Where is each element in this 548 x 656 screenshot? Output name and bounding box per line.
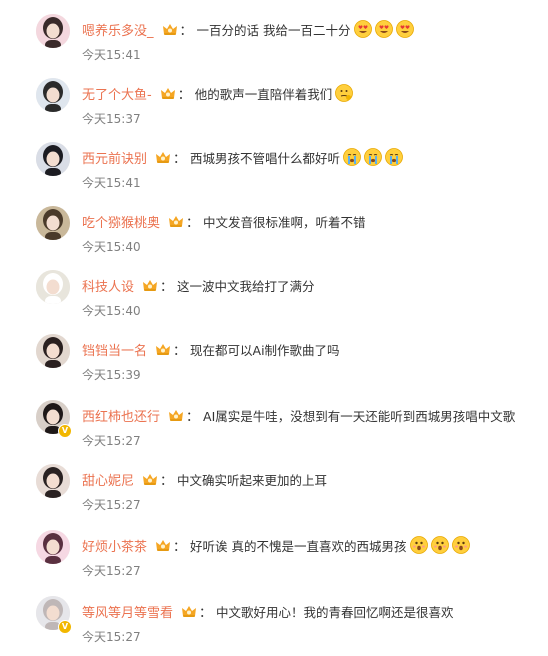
comment-line: 西红柿也还行 ： AI属实是牛哇，没想到有一天还能听到西城男孩唱中文歌: [82, 405, 515, 425]
crown-badge-icon: [160, 86, 176, 100]
comment-item: 嗯养乐多没_ ： 一百分的话 我给一百二十分 今天15:41: [0, 10, 548, 70]
comment-text: 好听诶 真的不愧是一直喜欢的西城男孩: [190, 538, 407, 554]
crown-badge-icon: [155, 538, 171, 552]
heart-eyes-emoji-icon: [395, 20, 414, 38]
commenter-name[interactable]: 甜心妮尼: [82, 470, 134, 489]
crown-badge-icon: [155, 150, 171, 164]
comment-time: 今天15:27: [82, 498, 141, 512]
comment-text: 一百分的话 我给一百二十分: [196, 22, 351, 38]
commenter-name[interactable]: 无了个大鱼-: [82, 84, 152, 103]
avatar[interactable]: [36, 334, 70, 368]
comment-text: 他的歌声一直陪伴着我们: [194, 86, 333, 102]
comment-time: 今天15:39: [82, 368, 141, 382]
avatar[interactable]: [36, 270, 70, 304]
comment-item: V 等风等月等雪看 ： 中文歌好用心！我的青春回忆啊还是很喜欢 今天15:27: [0, 592, 548, 652]
commenter-name[interactable]: 好烦小茶茶: [82, 536, 147, 555]
crown-badge-icon: [181, 604, 197, 618]
comment-item: 甜心妮尼 ： 中文确实听起来更加的上耳 今天15:27: [0, 460, 548, 520]
verified-v-icon: V: [58, 424, 72, 438]
comment-time: 今天15:37: [82, 112, 141, 126]
crown-badge-icon: [162, 22, 178, 36]
avatar[interactable]: [36, 142, 70, 176]
avatar[interactable]: [36, 14, 70, 48]
crown-badge-icon: [155, 342, 171, 356]
comment-time: 今天15:27: [82, 434, 141, 448]
comment-item: 科技人设 ： 这一波中文我给打了满分 今天15:40: [0, 266, 548, 326]
crying-emoji-icon: [364, 148, 382, 166]
colon-separator: ：: [199, 605, 213, 621]
colon-separator: ：: [160, 279, 174, 295]
colon-separator: ：: [173, 151, 187, 167]
comment-item: 无了个大鱼- ： 他的歌声一直陪伴着我们 今天15:37: [0, 74, 548, 134]
colon-separator: ：: [173, 539, 187, 555]
comment-line: 吃个猕猴桃奥 ： 中文发音很标准啊，听着不错: [82, 211, 366, 231]
commenter-name[interactable]: 西红柿也还行: [82, 406, 160, 425]
comment-text: 中文确实听起来更加的上耳: [177, 472, 328, 488]
crown-badge-icon: [142, 472, 158, 486]
avatar[interactable]: [36, 206, 70, 240]
crown-badge-icon: [142, 278, 158, 292]
colon-separator: ：: [186, 409, 200, 425]
shocked-emoji-icon: [409, 536, 428, 554]
comment-text: 西城男孩不管唱什么都好听: [190, 150, 341, 166]
avatar[interactable]: [36, 530, 70, 564]
comment-item: 吃个猕猴桃奥 ： 中文发音很标准啊，听着不错 今天15:40: [0, 202, 548, 262]
comment-text: AI属实是牛哇，没想到有一天还能听到西城男孩唱中文歌: [203, 408, 516, 424]
colon-separator: ：: [160, 473, 174, 489]
comment-time: 今天15:40: [82, 240, 141, 254]
shocked-emoji-icon: [430, 536, 449, 554]
commenter-name[interactable]: 等风等月等雪看: [82, 602, 173, 621]
commenter-name[interactable]: 吃个猕猴桃奥: [82, 212, 160, 231]
comment-item: 铛铛当一名 ： 现在都可以Ai制作歌曲了吗 今天15:39: [0, 330, 548, 390]
comment-time: 今天15:40: [82, 304, 141, 318]
comment-line: 无了个大鱼- ： 他的歌声一直陪伴着我们: [82, 83, 354, 103]
comment-line: 西元前诀别 ： 西城男孩不管唱什么都好听: [82, 147, 403, 167]
commenter-name[interactable]: 科技人设: [82, 276, 134, 295]
thinking-emoji-icon: [335, 84, 354, 102]
comment-item: 好烦小茶茶 ： 好听诶 真的不愧是一直喜欢的西城男孩 今天15:27: [0, 526, 548, 586]
verified-v-icon: V: [58, 620, 72, 634]
colon-separator: ：: [186, 215, 200, 231]
comment-line: 等风等月等雪看 ： 中文歌好用心！我的青春回忆啊还是很喜欢: [82, 601, 454, 621]
shocked-emoji-icon: [451, 536, 470, 554]
heart-eyes-emoji-icon: [374, 20, 393, 38]
comment-item: V 西红柿也还行 ： AI属实是牛哇，没想到有一天还能听到西城男孩唱中文歌 今天…: [0, 396, 548, 456]
commenter-name[interactable]: 西元前诀别: [82, 148, 147, 167]
comment-item: 西元前诀别 ： 西城男孩不管唱什么都好听 今天15:41: [0, 138, 548, 198]
commenter-name[interactable]: 嗯养乐多没_: [82, 20, 154, 39]
avatar[interactable]: [36, 464, 70, 498]
crown-badge-icon: [168, 214, 184, 228]
comment-text: 中文歌好用心！我的青春回忆啊还是很喜欢: [216, 604, 454, 620]
comment-time: 今天15:41: [82, 176, 141, 190]
colon-separator: ：: [179, 23, 193, 39]
comment-line: 科技人设 ： 这一波中文我给打了满分: [82, 275, 315, 295]
commenter-name[interactable]: 铛铛当一名: [82, 340, 147, 359]
comment-list: 嗯养乐多没_ ： 一百分的话 我给一百二十分 今天15:41 无了个大鱼- ： …: [0, 0, 548, 656]
comment-text: 这一波中文我给打了满分: [177, 278, 315, 294]
comment-line: 甜心妮尼 ： 中文确实听起来更加的上耳: [82, 469, 327, 489]
crown-badge-icon: [168, 408, 184, 422]
comment-time: 今天15:27: [82, 630, 141, 644]
avatar[interactable]: [36, 78, 70, 112]
comment-line: 嗯养乐多没_ ： 一百分的话 我给一百二十分: [82, 19, 414, 39]
comment-line: 铛铛当一名 ： 现在都可以Ai制作歌曲了吗: [82, 339, 340, 359]
heart-eyes-emoji-icon: [353, 20, 372, 38]
colon-separator: ：: [177, 87, 191, 103]
comment-text: 中文发音很标准啊，听着不错: [203, 214, 366, 230]
comment-time: 今天15:27: [82, 564, 141, 578]
comment-text: 现在都可以Ai制作歌曲了吗: [190, 342, 340, 358]
crying-emoji-icon: [343, 148, 361, 166]
comment-time: 今天15:41: [82, 48, 141, 62]
colon-separator: ：: [173, 343, 187, 359]
comment-line: 好烦小茶茶 ： 好听诶 真的不愧是一直喜欢的西城男孩: [82, 535, 470, 555]
crying-emoji-icon: [385, 148, 403, 166]
